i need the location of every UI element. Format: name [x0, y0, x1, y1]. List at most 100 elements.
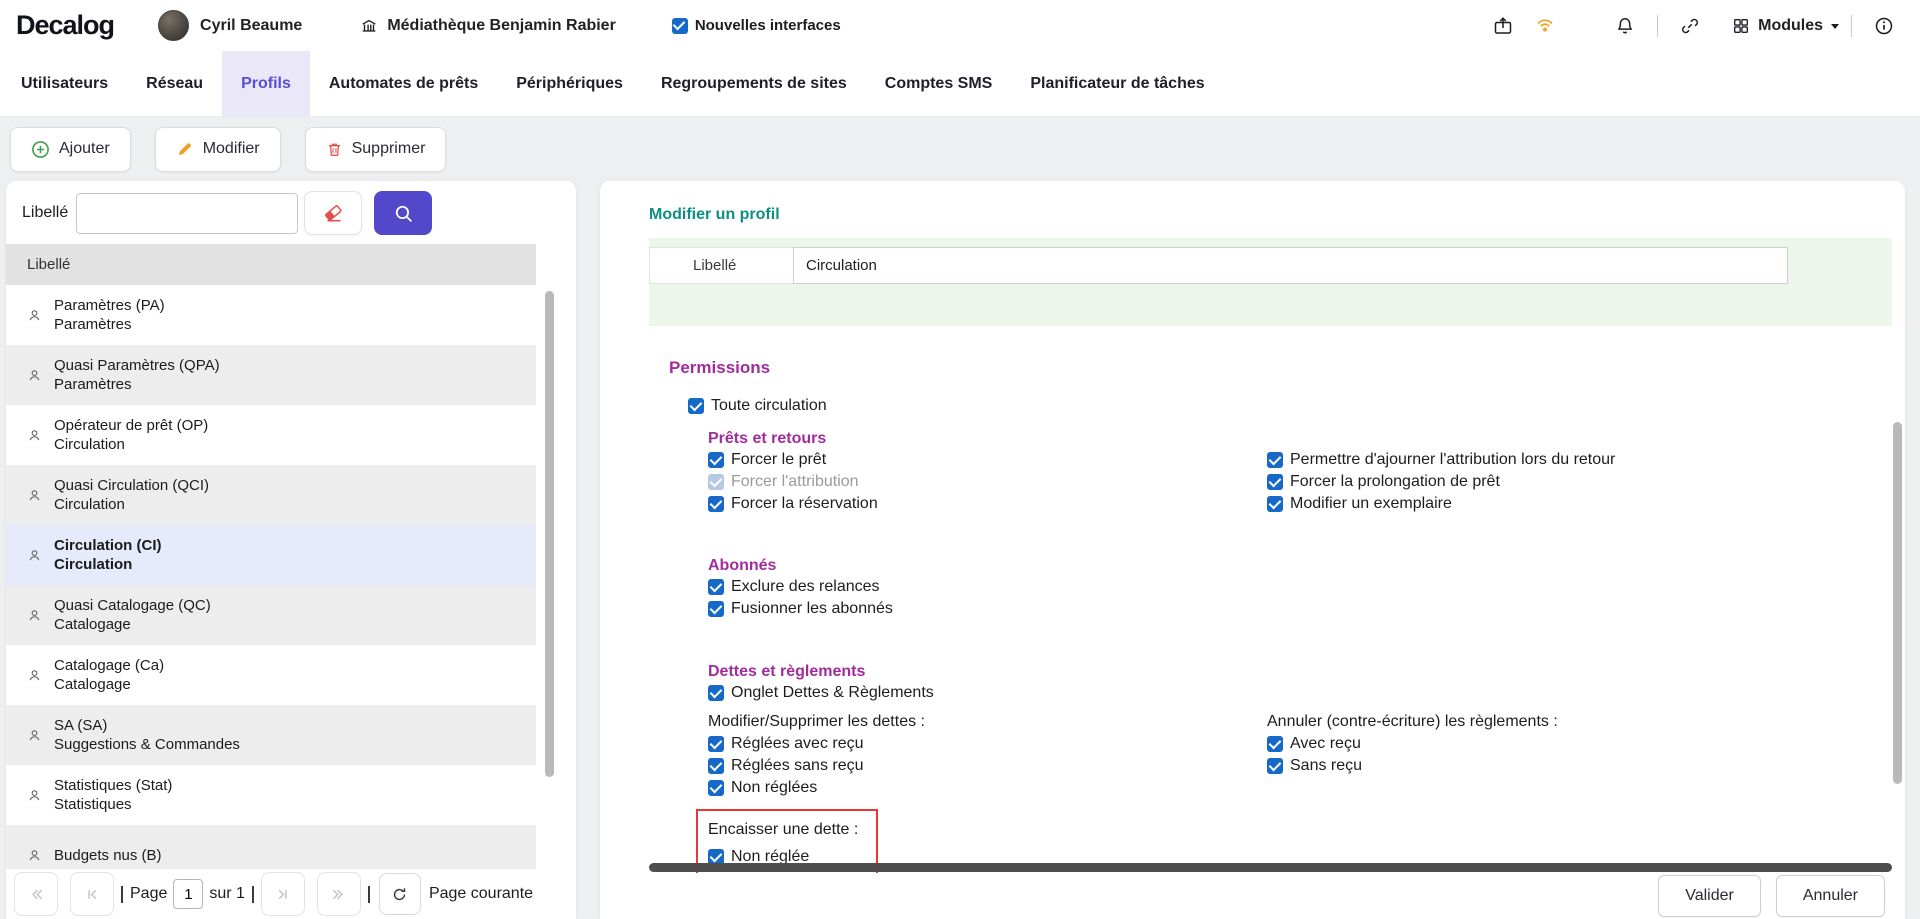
permission-checkbox[interactable]: Réglées sans reçu — [708, 755, 1267, 777]
filter-label: Libellé — [22, 204, 68, 222]
permission-checkbox[interactable]: Forcer la prolongation de prêt — [1267, 471, 1905, 493]
permission-checkbox[interactable]: Forcer le prêt — [708, 449, 1267, 471]
profile-title: Circulation (CI) — [54, 536, 162, 555]
profile-row[interactable]: Quasi Catalogage (QC) Catalogage — [6, 585, 536, 645]
checkbox-icon[interactable] — [708, 758, 724, 774]
checkbox-icon[interactable] — [708, 452, 724, 468]
permission-checkbox[interactable]: Exclure des relances — [708, 576, 1905, 598]
next-page-button[interactable] — [261, 872, 305, 916]
profile-row[interactable]: Paramètres (PA) Paramètres — [6, 285, 536, 345]
user-avatar[interactable] — [158, 10, 189, 41]
checkbox-icon[interactable] — [688, 398, 704, 414]
library-name: Médiathèque Benjamin Rabier — [387, 17, 616, 35]
last-page-button[interactable] — [317, 872, 361, 916]
first-page-button[interactable] — [14, 872, 58, 916]
next-page-icon — [274, 886, 291, 903]
nav-tab[interactable]: Profils — [222, 51, 310, 116]
signal-button[interactable] — [1525, 6, 1565, 46]
checkbox-icon[interactable] — [1267, 736, 1283, 752]
list-scrollbar[interactable] — [545, 291, 554, 777]
validate-button[interactable]: Valider — [1658, 875, 1761, 917]
nav-tab[interactable]: Regroupements de sites — [642, 51, 866, 116]
profile-title: Paramètres (PA) — [54, 296, 165, 315]
cancel-button[interactable]: Annuler — [1776, 875, 1885, 917]
search-button[interactable] — [374, 191, 432, 235]
profile-subtitle: Catalogage — [54, 615, 211, 634]
modules-button[interactable]: Modules — [1732, 17, 1839, 35]
profile-row[interactable]: Opérateur de prêt (OP) Circulation — [6, 405, 536, 465]
nav-tab[interactable]: Périphériques — [497, 51, 642, 116]
profile-row[interactable]: Budgets nus (B) — [6, 825, 536, 869]
checkbox-label: Sans reçu — [1290, 757, 1362, 775]
debts-tab-checkbox[interactable]: Onglet Dettes & Règlements — [708, 682, 1905, 704]
profile-subtitle: Paramètres — [54, 315, 165, 334]
delete-button[interactable]: Supprimer — [305, 127, 447, 172]
profile-row[interactable]: Catalogage (Ca) Catalogage — [6, 645, 536, 705]
new-interfaces-checkbox[interactable]: Nouvelles interfaces — [672, 15, 841, 37]
filter-input[interactable] — [76, 193, 298, 234]
permission-checkbox[interactable]: Avec reçu — [1267, 733, 1905, 755]
checkbox-icon[interactable] — [1267, 496, 1283, 512]
notifications-button[interactable] — [1605, 6, 1645, 46]
nav-tab[interactable]: Réseau — [127, 51, 222, 116]
profile-row[interactable]: Quasi Circulation (QCI) Circulation — [6, 465, 536, 525]
checkbox-label: Modifier un exemplaire — [1290, 495, 1452, 513]
permission-checkbox[interactable]: Forcer l'attribution — [708, 471, 1267, 493]
refresh-button[interactable] — [379, 873, 421, 915]
nav-tab-label: Profils — [241, 75, 291, 93]
prev-page-button[interactable] — [70, 872, 114, 916]
permission-checkbox[interactable]: Modifier un exemplaire — [1267, 493, 1905, 515]
horizontal-scrollbar[interactable] — [649, 863, 1892, 872]
page-input[interactable] — [173, 879, 203, 909]
permission-checkbox[interactable]: Forcer la réservation — [708, 493, 1267, 515]
checkbox-icon[interactable] — [708, 601, 724, 617]
nav-tab[interactable]: Comptes SMS — [866, 51, 1012, 116]
profile-subtitle: Circulation — [54, 555, 162, 574]
divider — [1851, 15, 1852, 37]
nav-tab[interactable]: Automates de prêts — [310, 51, 497, 116]
label-input[interactable] — [793, 247, 1788, 284]
profile-row-text: Quasi Circulation (QCI) Circulation — [54, 476, 209, 514]
permission-checkbox[interactable]: Réglées avec reçu — [708, 733, 1267, 755]
profile-row[interactable]: Circulation (CI) Circulation — [6, 525, 536, 585]
permission-checkbox[interactable]: Fusionner les abonnés — [708, 598, 1905, 620]
info-icon — [1874, 16, 1894, 36]
checkbox-icon[interactable] — [708, 685, 724, 701]
clear-filter-button[interactable] — [304, 191, 362, 235]
all-circulation-checkbox[interactable]: Toute circulation — [688, 395, 1905, 417]
library-selector[interactable]: Médiathèque Benjamin Rabier — [360, 17, 616, 35]
edit-button[interactable]: Modifier — [155, 127, 281, 172]
profile-row[interactable]: SA (SA) Suggestions & Commandes — [6, 705, 536, 765]
cancel-payments-caption: Annuler (contre-écriture) les règlements… — [1267, 711, 1905, 733]
refresh-icon — [391, 886, 408, 903]
info-button[interactable] — [1864, 6, 1904, 46]
debts-left-column: Modifier/Supprimer les dettes : Réglées … — [708, 711, 1267, 880]
screen-share-button[interactable] — [1483, 6, 1523, 46]
profile-row[interactable]: Quasi Paramètres (QPA) Paramètres — [6, 345, 536, 405]
pencil-icon — [176, 140, 194, 158]
checkbox-icon[interactable] — [708, 780, 724, 796]
label-form-row: Libellé — [649, 247, 1788, 284]
vertical-scrollbar[interactable] — [1893, 422, 1902, 784]
checkbox-icon[interactable] — [1267, 758, 1283, 774]
profile-row[interactable]: Statistiques (Stat) Statistiques — [6, 765, 536, 825]
permission-checkbox[interactable]: Non réglées — [708, 777, 1267, 799]
link-button[interactable] — [1670, 6, 1710, 46]
profiles-list: Paramètres (PA) Paramètres Quasi Paramèt… — [6, 285, 536, 869]
nav-tab-label: Périphériques — [516, 75, 623, 93]
nav-tab[interactable]: Utilisateurs — [2, 51, 127, 116]
checkbox-icon[interactable] — [708, 736, 724, 752]
permission-checkbox[interactable]: Permettre d'ajourner l'attribution lors … — [1267, 449, 1905, 471]
add-button[interactable]: Ajouter — [10, 127, 131, 172]
modules-label: Modules — [1758, 17, 1823, 35]
nav-tab-label: Regroupements de sites — [661, 75, 847, 93]
profile-row-text: Quasi Catalogage (QC) Catalogage — [54, 596, 211, 634]
checkbox-icon[interactable] — [708, 496, 724, 512]
nav-tab[interactable]: Planificateur de tâches — [1011, 51, 1223, 116]
permission-checkbox[interactable]: Sans reçu — [1267, 755, 1905, 777]
checkbox-icon[interactable] — [1267, 452, 1283, 468]
checkbox-icon[interactable] — [1267, 474, 1283, 490]
checkbox-icon[interactable] — [672, 18, 688, 34]
checkbox-icon[interactable] — [708, 579, 724, 595]
checkbox-icon[interactable] — [708, 474, 724, 490]
